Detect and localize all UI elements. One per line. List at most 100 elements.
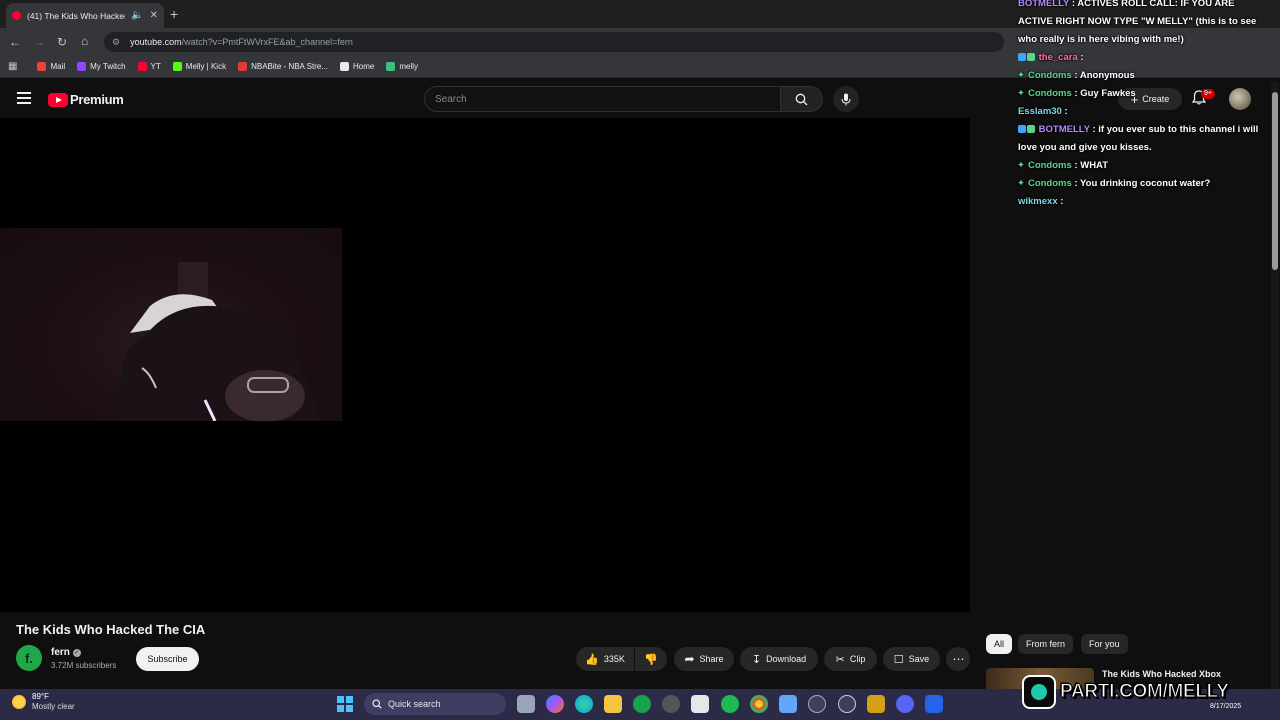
apps-grid-icon[interactable]: ▦ xyxy=(8,61,17,72)
chat-badge-icon xyxy=(1018,53,1026,61)
mail-icon xyxy=(37,62,47,71)
search-input[interactable]: Search xyxy=(424,86,781,112)
back-arrow-icon[interactable]: ← xyxy=(9,35,21,49)
chat-text: : Guy Fawkes xyxy=(1074,88,1136,99)
forward-arrow-icon[interactable]: → xyxy=(33,35,45,49)
nbabite-icon xyxy=(238,62,248,71)
bookmark-nbabite[interactable]: NBABite - NBA Stre... xyxy=(232,57,334,77)
close-tab-icon[interactable]: ✕ xyxy=(150,10,158,21)
chip-from-fern[interactable]: From fern xyxy=(1018,634,1074,654)
address-bar[interactable]: ⚙ youtube.com /watch?v=PmtFtWVrxFE&ab_ch… xyxy=(104,32,1004,52)
chat-username: Condoms xyxy=(1027,88,1072,99)
steam-icon[interactable] xyxy=(662,695,680,713)
chat-username: BOTMELLY xyxy=(1038,124,1090,135)
search-icon xyxy=(372,699,382,709)
dislike-button[interactable]: 👎 xyxy=(635,647,667,671)
page-scrollbar-thumb[interactable] xyxy=(1272,92,1278,270)
bookmark-mail[interactable]: Mail xyxy=(31,57,71,77)
chat-username: Condoms xyxy=(1027,160,1072,171)
photos-icon[interactable] xyxy=(779,695,797,713)
chat-username: wikmexx xyxy=(1018,196,1058,207)
bookmark-my-twitch[interactable]: My Twitch xyxy=(71,57,131,77)
speaker-icon[interactable]: 🔈 xyxy=(131,10,143,21)
task-view-icon[interactable] xyxy=(517,695,535,713)
hamburger-menu-icon[interactable] xyxy=(17,92,31,104)
browser-tab[interactable]: (41) The Kids Who Hacked 🔈 ✕ xyxy=(6,3,164,28)
channel-avatar[interactable]: f. xyxy=(16,645,42,671)
like-count: 335K xyxy=(603,654,625,664)
bookmark-melly-kick[interactable]: Melly | Kick xyxy=(167,57,232,77)
app-blue-icon[interactable] xyxy=(925,695,943,713)
thumbs-up-icon: 👍 xyxy=(585,653,599,666)
chat-text: : xyxy=(1064,106,1068,117)
microphone-icon xyxy=(841,93,851,105)
chrome-icon[interactable] xyxy=(750,695,768,713)
sparkle-badge-icon: ✦ xyxy=(1017,70,1025,81)
download-button[interactable]: ↧ Download xyxy=(740,647,818,671)
save-button[interactable]: ☐ Save xyxy=(883,647,940,671)
share-button[interactable]: ➦ Share xyxy=(674,647,734,671)
chat-badge-icon xyxy=(1027,125,1035,133)
chat-text: love you and give you kisses. xyxy=(1018,142,1152,153)
melly-icon xyxy=(386,62,396,71)
chip-all[interactable]: All xyxy=(986,634,1013,654)
parti-watermark: PARTI.COM/MELLY xyxy=(1022,672,1278,712)
chat-badge-icon xyxy=(1027,53,1035,61)
save-label: Save xyxy=(908,654,930,664)
thumbs-down-icon: 👎 xyxy=(644,653,658,666)
chat-message: BOTMELLY : ACTIVES ROLL CALL: IF YOU ARE xyxy=(1018,0,1234,13)
bookmark-yt[interactable]: YT xyxy=(132,57,167,77)
weather-sun-icon xyxy=(12,695,26,709)
chat-message: who really is in here vibing with me!) xyxy=(1018,31,1184,49)
media-player-icon[interactable] xyxy=(808,695,826,713)
bookmark-x-home[interactable]: Home xyxy=(334,57,380,77)
discord-icon[interactable] xyxy=(896,695,914,713)
new-tab-button[interactable]: + xyxy=(170,6,178,22)
chat-username: Condoms xyxy=(1027,178,1072,189)
bookmark-melly[interactable]: melly xyxy=(380,57,424,77)
bookmark-label: Melly | Kick xyxy=(185,62,227,71)
xbox-icon[interactable] xyxy=(633,695,651,713)
parti-logo-icon xyxy=(1022,675,1056,709)
weather-widget[interactable]: 89°F Mostly clear xyxy=(12,692,75,712)
weather-temp: 89°F xyxy=(32,692,49,701)
search-button[interactable] xyxy=(781,86,823,112)
subscribe-button[interactable]: Subscribe xyxy=(136,647,199,671)
taskbar-search[interactable]: Quick search xyxy=(364,693,506,715)
url-host: youtube.com xyxy=(130,37,182,47)
obs-icon[interactable] xyxy=(838,695,856,713)
copilot-icon[interactable] xyxy=(546,695,564,713)
voice-search-button[interactable] xyxy=(833,86,859,112)
file-explorer-icon[interactable] xyxy=(604,695,622,713)
reload-icon[interactable]: ↻ xyxy=(57,35,67,49)
windows-start-icon[interactable] xyxy=(337,696,353,712)
youtube-premium-logo[interactable]: Premium xyxy=(48,92,124,107)
chip-for-you[interactable]: For you xyxy=(1081,634,1128,654)
like-button[interactable]: 👍 335K xyxy=(576,647,634,671)
spotify-icon[interactable] xyxy=(721,695,739,713)
sparkle-badge-icon: ✦ xyxy=(1017,178,1025,189)
youtube-icon xyxy=(137,62,147,71)
chat-message: ✦ Condoms : Guy Fawkes xyxy=(1017,85,1136,103)
store-icon[interactable] xyxy=(691,695,709,713)
share-label: Share xyxy=(699,654,724,664)
app-icon[interactable] xyxy=(867,695,885,713)
chat-text: who really is in here vibing with me!) xyxy=(1018,34,1184,45)
video-title: The Kids Who Hacked The CIA xyxy=(16,622,206,637)
home-icon[interactable]: ⌂ xyxy=(81,34,88,48)
site-info-icon[interactable]: ⚙ xyxy=(112,37,120,48)
chat-username: BOTMELLY xyxy=(1018,0,1070,9)
clip-label: Clip xyxy=(849,654,866,664)
chat-message: love you and give you kisses. xyxy=(1018,139,1152,157)
clip-button[interactable]: ✂ Clip xyxy=(824,647,877,671)
edge-icon[interactable] xyxy=(575,695,593,713)
bookmark-label: Home xyxy=(353,62,375,71)
taskbar-search-label: Quick search xyxy=(388,699,441,709)
channel-name[interactable]: fern ✓ xyxy=(51,647,81,658)
more-actions-button[interactable]: ⋯ xyxy=(946,647,970,671)
chat-message: ACTIVE RIGHT NOW TYPE "W MELLY" (this is… xyxy=(1018,13,1256,31)
chat-message: wikmexx : xyxy=(1018,193,1063,211)
bookmark-label: NBABite - NBA Stre... xyxy=(251,62,329,71)
chat-username: the_cara xyxy=(1038,52,1078,63)
youtube-favicon-icon xyxy=(12,11,21,20)
